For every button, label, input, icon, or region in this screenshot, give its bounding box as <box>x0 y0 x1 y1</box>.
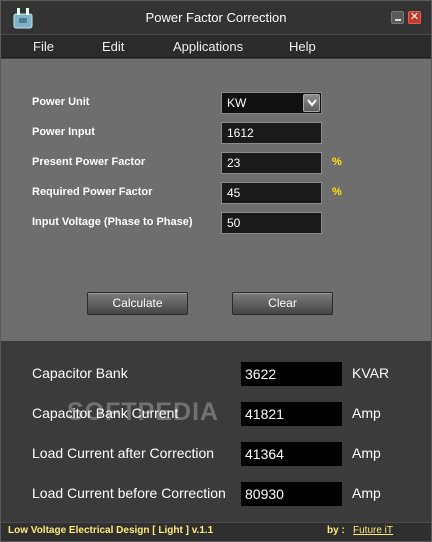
present-pf-unit: % <box>332 156 342 168</box>
app-window: Power Factor Correction ✕ File Edit Appl… <box>0 0 432 542</box>
status-app-name: Low Voltage Electrical Design [ Light ] … <box>8 525 214 536</box>
input-panel: Power Unit KW Power Input 1612 Present P… <box>1 59 431 341</box>
load-before-label: Load Current before Correction <box>32 485 226 501</box>
input-voltage-label: Input Voltage (Phase to Phase) <box>32 216 193 228</box>
capacitor-bank-value: 3622 <box>241 362 342 386</box>
capacitor-bank-label: Capacitor Bank <box>32 365 128 381</box>
input-voltage-field[interactable]: 50 <box>221 212 322 234</box>
required-pf-unit: % <box>332 186 342 198</box>
power-input-field[interactable]: 1612 <box>221 122 322 144</box>
load-after-value: 41364 <box>241 442 342 466</box>
minimize-button[interactable] <box>391 11 404 24</box>
result-panel: Capacitor Bank 3622 KVAR Capacitor Bank … <box>1 341 431 522</box>
clear-button[interactable]: Clear <box>232 292 333 315</box>
required-pf-label: Required Power Factor <box>32 186 153 198</box>
load-before-unit: Amp <box>352 485 381 501</box>
capacitor-current-unit: Amp <box>352 405 381 421</box>
window-title: Power Factor Correction <box>145 10 287 25</box>
power-unit-value: KW <box>227 96 247 110</box>
future-it-link[interactable]: Future iT <box>353 525 393 536</box>
menu-edit[interactable]: Edit <box>102 35 124 59</box>
power-unit-label: Power Unit <box>32 96 90 108</box>
load-after-label: Load Current after Correction <box>32 445 215 461</box>
chevron-down-icon[interactable] <box>303 94 320 112</box>
power-input-label: Power Input <box>32 126 95 138</box>
menu-applications[interactable]: Applications <box>173 35 243 59</box>
status-bar: Low Voltage Electrical Design [ Light ] … <box>1 522 431 541</box>
capacitor-current-value: 41821 <box>241 402 342 426</box>
menu-bar: File Edit Applications Help <box>1 34 431 58</box>
load-after-unit: Amp <box>352 445 381 461</box>
load-before-value: 80930 <box>241 482 342 506</box>
present-pf-label: Present Power Factor <box>32 156 146 168</box>
present-pf-field[interactable]: 23 <box>221 152 322 174</box>
capacitor-bank-unit: KVAR <box>352 365 390 381</box>
required-pf-field[interactable]: 45 <box>221 182 322 204</box>
calculate-button[interactable]: Calculate <box>87 292 188 315</box>
menu-file[interactable]: File <box>33 35 54 59</box>
close-button[interactable]: ✕ <box>408 11 421 24</box>
menu-help[interactable]: Help <box>289 35 316 59</box>
watermark: SOFTPEDIA <box>67 398 220 426</box>
power-unit-select[interactable]: KW <box>221 92 322 114</box>
status-by-label: by : <box>327 525 345 536</box>
title-bar[interactable]: Power Factor Correction ✕ <box>1 1 431 34</box>
